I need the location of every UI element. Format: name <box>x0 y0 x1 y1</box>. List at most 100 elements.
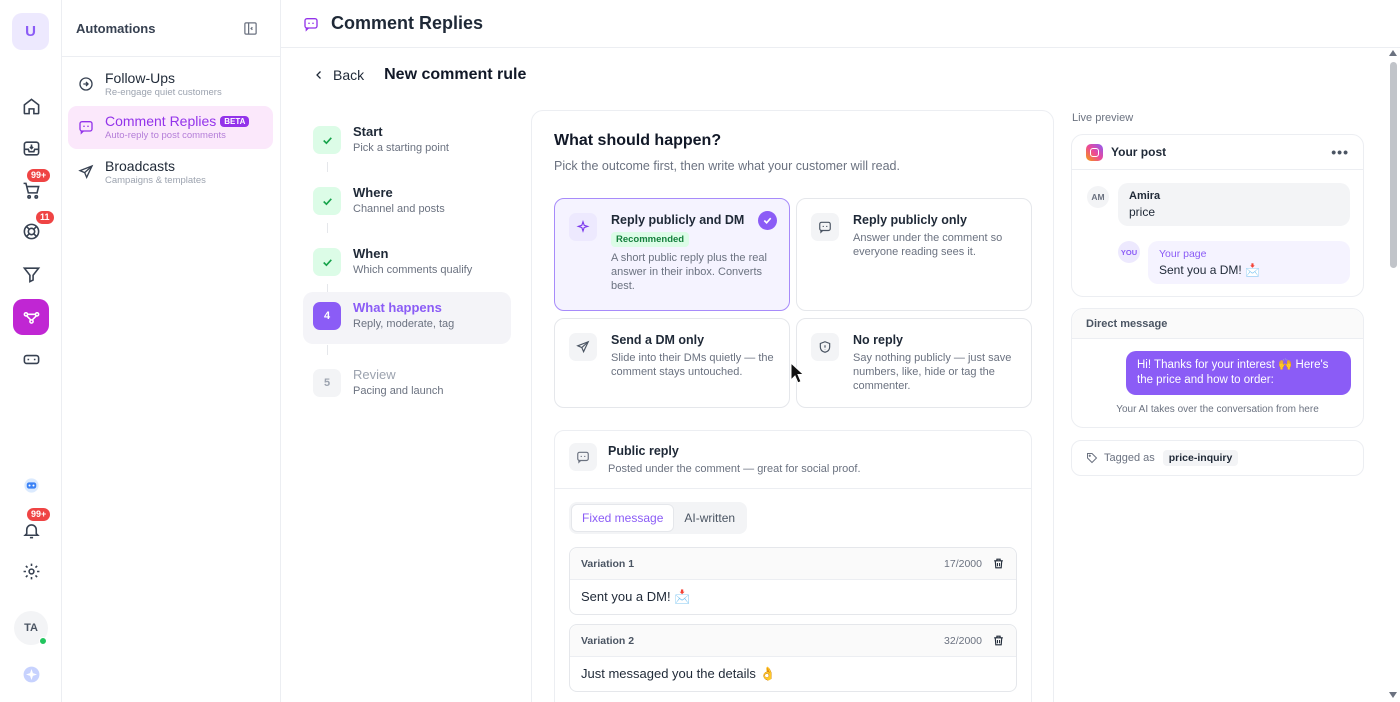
comment-icon <box>569 443 597 471</box>
scroll-down-arrow-icon[interactable] <box>1389 692 1397 698</box>
section-title: What should happen? <box>554 132 722 149</box>
option-reply-publicly-and-dm[interactable]: Reply publicly and DM Recommended A shor… <box>554 198 790 311</box>
scroll-up-arrow-icon[interactable] <box>1389 50 1397 56</box>
comment-icon <box>78 119 94 135</box>
option-title: Reply publicly and DM <box>611 213 745 227</box>
dm-footer-note: Your AI takes over the conversation from… <box>1116 404 1319 415</box>
automations-icon[interactable] <box>13 299 49 335</box>
user-initials: TA <box>24 622 38 634</box>
online-status-dot <box>39 637 47 645</box>
breadcrumb: Back New comment rule <box>313 66 526 84</box>
commenter-name: Amira <box>1129 190 1161 202</box>
variation-text[interactable]: Just messaged you the details 👌 <box>570 657 1016 691</box>
step-when[interactable]: When Which comments qualify <box>303 238 511 290</box>
scrollbar[interactable] <box>1389 50 1397 698</box>
char-count: 17/2000 <box>944 557 982 570</box>
follow-up-icon <box>78 76 94 92</box>
option-desc: Answer under the comment so everyone rea… <box>853 232 1003 258</box>
tag-label: Tagged as <box>1104 452 1155 464</box>
inbox-icon[interactable] <box>13 130 49 166</box>
sidebar-item-label-text: Comment Replies <box>105 113 217 129</box>
gear-icon[interactable] <box>13 553 49 589</box>
sidebar-item-label: Broadcasts <box>105 158 176 174</box>
step-what-happens[interactable]: 4 What happens Reply, moderate, tag <box>303 292 511 344</box>
scrollbar-thumb[interactable] <box>1390 62 1397 268</box>
dm-preview-card: Direct message Hi! Thanks for your inter… <box>1071 308 1364 428</box>
selected-check-icon <box>758 211 777 230</box>
step-connector <box>327 345 328 355</box>
variation-text[interactable]: Sent you a DM! 📩 <box>570 580 1016 614</box>
live-preview-label: Live preview <box>1072 112 1134 124</box>
step-sub: Channel and posts <box>353 203 445 215</box>
beta-badge: BETA <box>220 116 250 127</box>
public-reply-header: Public reply Posted under the comment — … <box>555 431 1031 489</box>
sparkles-icon <box>569 213 597 241</box>
comment-text: price <box>1129 205 1156 219</box>
option-title: Reply publicly only <box>853 213 967 227</box>
rule-title: New comment rule <box>384 66 527 83</box>
option-desc: A short public reply plus the real answe… <box>611 252 767 292</box>
option-reply-publicly-only[interactable]: Reply publicly only Answer under the com… <box>796 198 1032 311</box>
option-no-reply[interactable]: No reply Say nothing publicly — just sav… <box>796 318 1032 408</box>
filter-icon[interactable] <box>13 256 49 292</box>
automations-sidebar: Automations Follow-Ups Re-engage quiet c… <box>62 0 281 702</box>
option-desc: Slide into their DMs quietly — the comme… <box>611 352 774 378</box>
dm-message-bubble: Hi! Thanks for your interest 🙌 Here's th… <box>1126 351 1351 395</box>
option-title: Send a DM only <box>611 333 705 347</box>
ai-bot-icon[interactable] <box>13 467 49 503</box>
commenter-avatar: AM <box>1087 186 1109 208</box>
comment-icon <box>811 213 839 241</box>
sidebar-item-label: Follow-Ups <box>105 70 176 86</box>
step-connector <box>327 162 328 172</box>
step-connector <box>327 223 328 233</box>
variation-card: Variation 1 17/2000 Sent you a DM! 📩 <box>569 547 1017 615</box>
sidebar-item-broadcasts[interactable]: Broadcasts Campaigns & templates <box>68 151 273 194</box>
step-title: Review <box>353 367 396 382</box>
back-button[interactable]: Back <box>313 67 364 83</box>
sparkle-logo-icon[interactable] <box>13 656 49 692</box>
step-start[interactable]: Start Pick a starting point <box>303 116 511 168</box>
step-sub: Which comments qualify <box>353 264 473 276</box>
sidebar-item-comment-replies[interactable]: Comment Replies BETA Auto-reply to post c… <box>68 106 273 149</box>
variation-label: Variation 1 <box>581 557 635 570</box>
sidebar-header: Automations <box>62 0 280 57</box>
sidebar-item-label: Comment Replies BETA <box>105 113 250 129</box>
sidebar-title: Automations <box>76 20 156 36</box>
step-where[interactable]: Where Channel and posts <box>303 177 511 229</box>
option-send-dm-only[interactable]: Send a DM only Slide into their DMs quie… <box>554 318 790 408</box>
reply-bubble: Your page Sent you a DM! 📩 <box>1148 241 1350 284</box>
home-icon[interactable] <box>13 88 49 124</box>
reply-text: Sent you a DM! 📩 <box>1159 263 1260 277</box>
step-review[interactable]: 5 Review Pacing and launch <box>303 359 511 411</box>
step-number: 4 <box>313 302 341 330</box>
top-bar: Comment Replies <box>281 0 1400 48</box>
post-title: Your post <box>1111 145 1167 159</box>
more-icon[interactable]: ••• <box>1331 144 1349 160</box>
variation-header: Variation 1 17/2000 <box>570 548 1016 580</box>
collapse-sidebar-icon[interactable] <box>243 21 258 36</box>
workspace-avatar[interactable]: U <box>12 13 49 50</box>
shield-icon <box>811 333 839 361</box>
public-reply-card: Public reply Posted under the comment — … <box>554 430 1032 702</box>
check-icon <box>313 248 341 276</box>
trash-icon[interactable] <box>992 634 1005 647</box>
step-title: When <box>353 246 389 261</box>
page-avatar: YOU <box>1118 241 1140 263</box>
step-sub: Reply, moderate, tag <box>353 318 455 330</box>
variation-label: Variation 2 <box>581 634 635 647</box>
instagram-icon <box>1086 143 1103 161</box>
public-reply-title: Public reply <box>608 444 679 458</box>
section-subtitle: Pick the outcome first, then write what … <box>554 159 900 173</box>
trash-icon[interactable] <box>992 557 1005 570</box>
tab-fixed-message[interactable]: Fixed message <box>571 504 675 532</box>
icon-rail: U 99+ 11 99+ TA <box>0 0 62 702</box>
tab-ai-written[interactable]: AI-written <box>674 504 745 532</box>
outcome-card: What should happen? Pick the outcome fir… <box>531 110 1054 702</box>
step-sub: Pick a starting point <box>353 142 449 154</box>
sidebar-item-sub: Auto-reply to post comments <box>105 130 226 141</box>
integrations-icon[interactable] <box>13 341 49 377</box>
sidebar-item-follow-ups[interactable]: Follow-Ups Re-engage quiet customers <box>68 63 273 106</box>
check-icon <box>313 187 341 215</box>
back-label: Back <box>333 67 365 83</box>
tag-chip: price-inquiry <box>1162 450 1239 466</box>
